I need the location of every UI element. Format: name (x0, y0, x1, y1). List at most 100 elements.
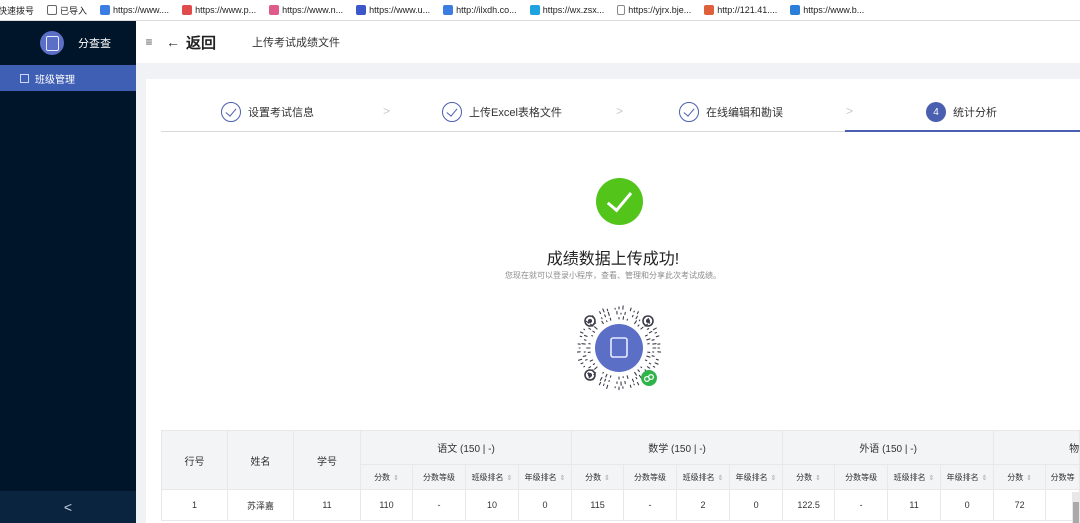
qr-mark (652, 365, 656, 368)
qr-mark (646, 327, 650, 330)
step-4[interactable]: 4 统计分析 (926, 102, 997, 122)
bookmark-label: https://yjrx.bje... (628, 5, 692, 15)
qr-mark (594, 366, 598, 370)
qr-mark (635, 315, 638, 320)
sort-icon[interactable]: ⇕ (718, 475, 724, 482)
qr-mark (655, 358, 659, 361)
bookmark-item[interactable]: https://yjrx.bje... (617, 5, 691, 15)
table-cell: 1 (161, 489, 228, 521)
step-1[interactable]: 设置考试信息 (221, 102, 314, 122)
sidebar: 分查查 班级管理 < (0, 21, 136, 523)
sortable-column-header[interactable]: 年级排名 ⇕ (729, 464, 784, 490)
top-bar: ≡ ← 返回 上传考试成绩文件 (136, 21, 1080, 63)
table-cell: 0 (940, 489, 995, 521)
sort-icon[interactable]: ⇕ (771, 475, 777, 482)
qr-mark (638, 319, 641, 322)
subject-header: 物 (993, 430, 1080, 465)
sort-icon[interactable]: ⇕ (1026, 475, 1032, 482)
column-header: 行号 (161, 430, 228, 490)
bookmark-item[interactable]: https://www.b... (790, 5, 864, 15)
sortable-column-header[interactable]: 分数 ⇕ (782, 464, 836, 490)
sortable-column-header[interactable]: 班级排名 ⇕ (676, 464, 731, 490)
subject-header: 数学 (150 | -) (571, 430, 784, 465)
qr-mark (648, 330, 653, 334)
sidebar-header[interactable]: 分查查 (0, 21, 136, 65)
qr-mark (644, 369, 647, 371)
qr-mark (592, 363, 596, 366)
table-cell: 苏泽嘉 (227, 489, 294, 521)
scrollbar-thumb[interactable] (1073, 502, 1079, 523)
sidebar-item-class-management[interactable]: 班级管理 (0, 65, 136, 91)
sort-icon[interactable]: ⇕ (982, 475, 988, 482)
bookmark-label: http://121.41.... (717, 5, 778, 15)
back-button[interactable]: 返回 (186, 32, 216, 53)
qr-mark (599, 376, 603, 381)
qr-mark (637, 369, 640, 373)
bookmark-item[interactable]: http://ilxdh.co... (443, 5, 517, 15)
sortable-column-header[interactable]: 分数等级 (412, 464, 466, 490)
site-icon (182, 5, 193, 15)
step-2[interactable]: 上传Excel表格文件 (442, 102, 562, 122)
sidebar-collapse-button[interactable]: < (0, 491, 136, 523)
qr-mark (636, 311, 639, 315)
bookmark-item[interactable]: 快速拨号 (0, 4, 34, 17)
sortable-column-header[interactable]: 年级排名 ⇕ (940, 464, 995, 490)
bookmark-item[interactable]: https://www.n... (269, 5, 343, 15)
score-table: 行号 姓名 学号 语文 (150 | -) 数学 (150 | -) 外语 (150 | … (161, 430, 1080, 521)
sort-icon[interactable]: ⇕ (393, 475, 399, 482)
bookmark-item[interactable]: https://www.p... (182, 5, 256, 15)
site-icon (704, 5, 715, 15)
step-label: 上传Excel表格文件 (469, 107, 562, 119)
qr-mark (588, 327, 592, 330)
sortable-column-header[interactable]: 年级排名 ⇕ (517, 464, 573, 490)
menu-fold-icon[interactable]: ≡ (142, 35, 156, 49)
bookmark-item[interactable]: https://www.... (100, 5, 169, 15)
qr-mark (629, 384, 632, 388)
sort-icon[interactable]: ⇕ (560, 475, 566, 482)
steps-bar: 设置考试信息 > 上传Excel表格文件 > 在线编辑和勘误 > 4 统计分析 (161, 99, 1080, 132)
sort-icon[interactable]: ⇕ (507, 475, 513, 482)
qr-mark (609, 317, 612, 321)
sortable-column-header[interactable]: 分数等 (1045, 464, 1080, 490)
qr-mark (589, 359, 594, 362)
mini-program-qr-code-icon[interactable] (572, 301, 666, 395)
qr-finder-dot (646, 319, 650, 323)
sort-icon[interactable]: ⇕ (815, 475, 821, 482)
app-name: 分查查 (78, 38, 111, 50)
qr-mark (629, 307, 632, 312)
back-arrow-icon[interactable]: ← (166, 34, 180, 50)
sortable-column-header[interactable]: 分数等级 (623, 464, 678, 490)
column-header: 姓名 (227, 430, 294, 490)
bookmark-item[interactable]: https://www.u... (356, 5, 430, 15)
sortable-column-header[interactable]: 班级排名 ⇕ (465, 464, 519, 490)
qr-finder-dot (588, 373, 592, 377)
table-cell: 115 (571, 489, 625, 521)
qr-mark (604, 314, 607, 318)
sortable-column-header[interactable]: 班级排名 ⇕ (887, 464, 942, 490)
sortable-column-header[interactable]: 分数等级 (834, 464, 889, 490)
bookmark-label: https://www.p... (195, 5, 257, 15)
chevron-left-icon: < (63, 499, 73, 515)
qr-mark (654, 362, 659, 365)
sortable-column-header[interactable]: 分数 ⇕ (360, 464, 413, 490)
bookmark-item[interactable]: http://121.41.... (704, 5, 777, 15)
qr-mark (634, 371, 638, 376)
bookmark-item[interactable]: https://wx.zsx... (529, 5, 604, 15)
table-cell: - (412, 489, 466, 521)
qr-finder-dot (588, 319, 592, 323)
step-label: 设置考试信息 (248, 107, 314, 119)
qr-mark (640, 366, 643, 369)
bookmark-item[interactable]: 已导入 (47, 4, 87, 17)
bookmark-label: https://www.n... (282, 5, 344, 15)
site-icon (100, 5, 111, 15)
sort-icon[interactable]: ⇕ (929, 475, 935, 482)
table-cell: 10 (465, 489, 519, 521)
bookmark-label: https://www.b... (803, 5, 865, 15)
sort-icon[interactable]: ⇕ (604, 475, 610, 482)
bookmark-label: https://www.... (113, 5, 170, 15)
sortable-column-header[interactable]: 分数 ⇕ (993, 464, 1047, 490)
class-icon (20, 73, 29, 83)
vertical-scrollbar[interactable] (1072, 492, 1080, 523)
sortable-column-header[interactable]: 分数 ⇕ (571, 464, 625, 490)
step-3[interactable]: 在线编辑和勘误 (679, 102, 783, 122)
